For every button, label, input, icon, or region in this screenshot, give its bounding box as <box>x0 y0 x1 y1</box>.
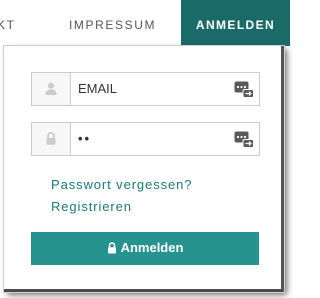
lock-icon <box>46 132 56 145</box>
password-field[interactable] <box>31 122 260 156</box>
email-field[interactable] <box>31 72 260 106</box>
password-field-addon <box>32 123 71 155</box>
submit-button-label: Anmelden <box>120 240 184 256</box>
nav-item-anmelden[interactable]: ANMELDEN <box>181 0 290 46</box>
password-manager-icon[interactable] <box>234 131 254 148</box>
email-input[interactable] <box>78 73 228 105</box>
lock-icon <box>107 241 116 254</box>
submit-button-content: Anmelden <box>107 240 184 256</box>
login-submit-button[interactable]: Anmelden <box>31 232 259 265</box>
password-input[interactable] <box>78 123 228 155</box>
nav-item-impressum[interactable]: IMPRESSUM <box>69 0 156 46</box>
email-field-addon <box>32 73 71 105</box>
nav-item-kontakt[interactable]: KT <box>0 0 16 46</box>
forgot-password-link[interactable]: Passwort vergessen? <box>51 177 192 192</box>
top-navigation: KT IMPRESSUM ANMELDEN <box>0 0 290 46</box>
user-icon <box>45 82 57 95</box>
register-link[interactable]: Registrieren <box>51 199 132 214</box>
password-manager-icon[interactable] <box>234 81 254 98</box>
login-dropdown-panel: Passwort vergessen? Registrieren Anmelde… <box>4 46 284 292</box>
